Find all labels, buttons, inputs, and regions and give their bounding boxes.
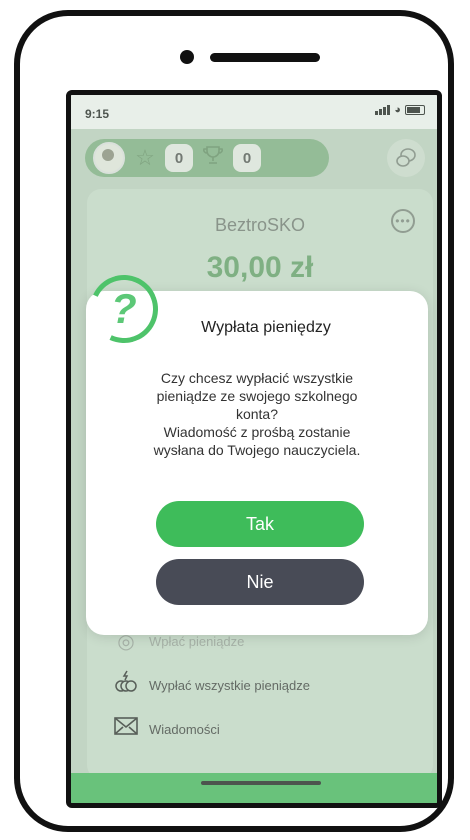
phone-screen: 9:15 ◕ ☆ 0 0 BeztroSKO ••• 30,00 zł ◎ Wp… — [66, 90, 442, 808]
dialog-title: Wypłata pieniędzy — [201, 319, 331, 336]
yes-button[interactable]: Tak — [156, 501, 364, 547]
speaker-grille — [210, 53, 320, 62]
withdraw-dialog: ? Wypłata pieniędzy Czy chcesz wypłacić … — [80, 265, 428, 635]
no-button[interactable]: Nie — [156, 559, 364, 605]
dialog-message: Czy chcesz wypłacić wszystkie pieniądze … — [153, 370, 361, 458]
phone-frame: 9:15 ◕ ☆ 0 0 BeztroSKO ••• 30,00 zł ◎ Wp… — [14, 10, 454, 832]
camera-dot — [180, 50, 194, 64]
